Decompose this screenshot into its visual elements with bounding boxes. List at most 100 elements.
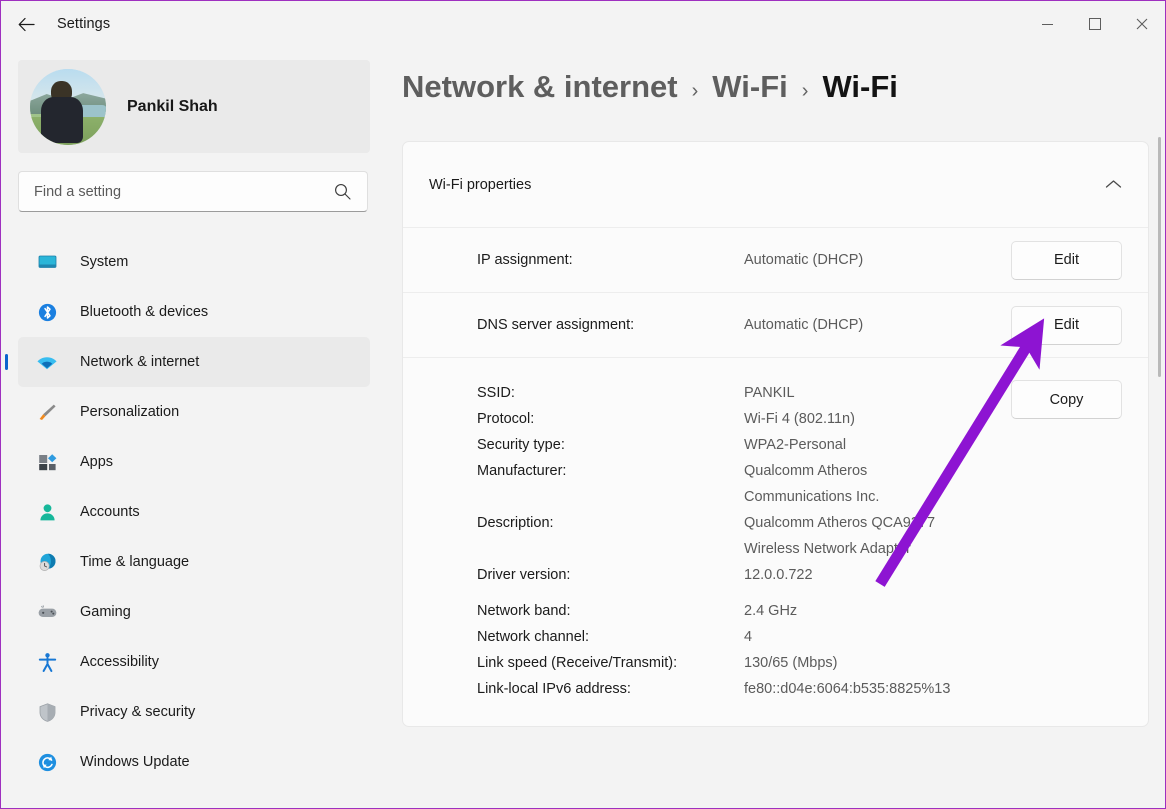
scrollbar-thumb[interactable] [1158,137,1161,377]
detail-row-network-band: Network band: 2.4 GHz [477,598,1122,624]
sidebar-item-accounts[interactable]: Accounts [18,487,370,537]
sidebar-item-personalization[interactable]: Personalization [18,387,370,437]
breadcrumb-separator-icon: › [802,80,809,103]
copy-button[interactable]: Copy [1011,380,1122,419]
ip-assignment-value: Automatic (DHCP) [744,252,1011,268]
detail-value: Qualcomm Atheros Communications Inc. [744,458,969,510]
maximize-button[interactable] [1071,1,1118,47]
sidebar-item-label: System [80,254,128,270]
sidebar-item-label: Network & internet [80,354,199,370]
sidebar-item-privacy-security[interactable]: Privacy & security [18,687,370,737]
main-content: Network & internet › Wi-Fi › Wi-Fi Wi-Fi… [387,47,1165,809]
sidebar-item-system[interactable]: System [18,237,370,287]
account-card[interactable]: Pankil Shah [18,60,370,153]
detail-row-manufacturer: Manufacturer: Qualcomm Atheros Communica… [477,458,1122,510]
ip-assignment-label: IP assignment: [477,252,744,268]
detail-value: 2.4 GHz [744,598,969,624]
accessibility-icon [36,651,58,673]
bluetooth-icon [36,301,58,323]
person-icon [36,501,58,523]
card-title: Wi-Fi properties [429,177,1105,193]
apps-icon [36,451,58,473]
sidebar-item-gaming[interactable]: Gaming [18,587,370,637]
clock-globe-icon [36,551,58,573]
detail-key: Description: [477,510,744,536]
detail-row-link-local-ipv6: Link-local IPv6 address: fe80::d04e:6064… [477,676,1122,702]
sidebar-item-label: Apps [80,454,113,470]
monitor-icon [36,251,58,273]
detail-value: fe80::d04e:6064:b535:8825%13 [744,676,969,702]
breadcrumb-middle[interactable]: Wi-Fi [712,69,787,105]
breadcrumb-current: Wi-Fi [822,69,897,105]
detail-group-spacer [477,588,1122,598]
search-input[interactable] [19,184,334,200]
update-icon [36,751,58,773]
sidebar-item-label: Accessibility [80,654,159,670]
detail-key: Network band: [477,598,744,624]
sidebar-item-windows-update[interactable]: Windows Update [18,737,370,787]
detail-row-link-speed: Link speed (Receive/Transmit): 130/65 (M… [477,650,1122,676]
avatar [30,69,106,145]
close-button[interactable] [1118,1,1165,47]
content-scrollbar[interactable] [1155,47,1163,809]
detail-key: Protocol: [477,406,744,432]
sidebar-item-apps[interactable]: Apps [18,437,370,487]
detail-key: Security type: [477,432,744,458]
sidebar-item-label: Bluetooth & devices [80,304,208,320]
gamepad-icon [36,601,58,623]
breadcrumb: Network & internet › Wi-Fi › Wi-Fi [402,69,898,105]
sidebar-nav: System Bluetooth & devices [1,237,387,787]
detail-key: SSID: [477,380,744,406]
settings-window: Settings P [0,0,1166,809]
ip-assignment-row: IP assignment: Automatic (DHCP) Edit [403,227,1148,292]
ip-assignment-edit-button[interactable]: Edit [1011,241,1122,280]
detail-row-driver-version: Driver version: 12.0.0.722 [477,562,1122,588]
wifi-properties-card: Wi-Fi properties IP assignment: Automati… [402,141,1149,727]
title-bar: Settings [1,1,1165,47]
selection-indicator [5,354,8,370]
detail-value: WPA2-Personal [744,432,969,458]
sidebar-item-network-internet[interactable]: Network & internet [18,337,370,387]
sidebar: Pankil Shah System [1,47,387,809]
minimize-icon [1042,24,1053,25]
sidebar-item-time-language[interactable]: Time & language [18,537,370,587]
detail-key: Link-local IPv6 address: [477,676,744,702]
sidebar-item-label: Windows Update [80,754,190,770]
detail-key: Link speed (Receive/Transmit): [477,650,744,676]
sidebar-item-accessibility[interactable]: Accessibility [18,637,370,687]
detail-value: 130/65 (Mbps) [744,650,969,676]
breadcrumb-separator-icon: › [692,80,699,103]
maximize-icon [1089,18,1101,30]
detail-key: Network channel: [477,624,744,650]
wifi-properties-header[interactable]: Wi-Fi properties [403,142,1148,227]
window-controls [1024,1,1165,47]
detail-value: 4 [744,624,969,650]
detail-value: Qualcomm Atheros QCA9377 Wireless Networ… [744,510,969,562]
close-icon [1136,18,1148,30]
sidebar-item-bluetooth-devices[interactable]: Bluetooth & devices [18,287,370,337]
sidebar-item-label: Gaming [80,604,131,620]
account-name: Pankil Shah [127,98,218,116]
sidebar-item-label: Time & language [80,554,189,570]
detail-row-description: Description: Qualcomm Atheros QCA9377 Wi… [477,510,1122,562]
breadcrumb-root[interactable]: Network & internet [402,69,678,105]
chevron-up-icon[interactable] [1105,179,1122,190]
search-box[interactable] [18,171,368,212]
window-title: Settings [57,16,110,32]
back-button[interactable] [9,7,43,41]
detail-value: PANKIL [744,380,969,406]
shield-icon [36,701,58,723]
detail-row-security-type: Security type: WPA2-Personal [477,432,1122,458]
dns-server-assignment-label: DNS server assignment: [477,317,744,333]
dns-server-assignment-edit-button[interactable]: Edit [1011,306,1122,345]
search-icon[interactable] [334,183,351,200]
wifi-icon [36,351,58,373]
minimize-button[interactable] [1024,1,1071,47]
paintbrush-icon [36,401,58,423]
detail-value: 12.0.0.722 [744,562,969,588]
detail-row-network-channel: Network channel: 4 [477,624,1122,650]
detail-key: Manufacturer: [477,458,744,484]
back-arrow-icon [18,17,35,32]
dns-server-assignment-row: DNS server assignment: Automatic (DHCP) … [403,292,1148,357]
sidebar-item-label: Accounts [80,504,140,520]
